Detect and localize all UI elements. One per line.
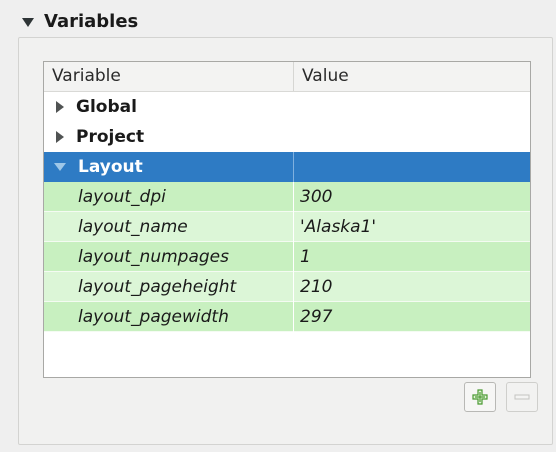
variable-name: layout_pagewidth	[44, 301, 294, 332]
variables-group-box: Variable Value Global Project Layout lay…	[18, 37, 553, 445]
variable-row[interactable]: layout_pageheight 210	[44, 271, 530, 302]
variables-tree[interactable]: Variable Value Global Project Layout lay…	[43, 61, 531, 378]
plus-icon	[471, 388, 489, 406]
variables-section-header[interactable]: Variables	[22, 9, 138, 33]
minus-icon	[513, 388, 531, 406]
section-title: Variables	[44, 10, 139, 32]
variable-value: 1	[300, 246, 311, 267]
group-label-layout: Layout	[78, 157, 143, 177]
tree-group-layout[interactable]: Layout	[44, 152, 530, 182]
remove-variable-button[interactable]	[506, 382, 538, 412]
column-header-value[interactable]: Value	[294, 62, 530, 91]
variables-panel: Variables Variable Value Global Project	[18, 0, 554, 452]
group-label-global: Global	[76, 97, 137, 117]
expand-arrow-icon[interactable]	[56, 131, 64, 143]
variable-row[interactable]: layout_pagewidth 297	[44, 301, 530, 332]
tree-header: Variable Value	[44, 62, 530, 92]
variable-name: layout_dpi	[44, 181, 294, 212]
variable-value: 300	[300, 186, 333, 207]
variable-value: 297	[300, 306, 333, 327]
variable-row[interactable]: layout_name 'Alaska1'	[44, 211, 530, 242]
group-value-layout	[294, 152, 530, 182]
variable-row[interactable]: layout_dpi 300	[44, 181, 530, 212]
collapse-arrow-icon[interactable]	[54, 163, 66, 171]
column-header-variable[interactable]: Variable	[44, 62, 294, 91]
variable-value: 210	[300, 276, 333, 297]
group-label-project: Project	[76, 127, 145, 147]
group-value-project	[294, 122, 530, 152]
collapse-arrow-icon[interactable]	[22, 17, 34, 27]
variable-name: layout_numpages	[44, 241, 294, 272]
add-variable-button[interactable]	[464, 382, 496, 412]
variable-name: layout_pageheight	[44, 271, 294, 302]
group-value-global	[294, 92, 530, 122]
expand-arrow-icon[interactable]	[56, 101, 64, 113]
variable-value: 'Alaska1'	[300, 216, 377, 237]
tree-group-global[interactable]: Global	[44, 92, 530, 122]
tree-action-buttons	[464, 382, 538, 412]
tree-group-project[interactable]: Project	[44, 122, 530, 152]
variable-name: layout_name	[44, 211, 294, 242]
variable-row[interactable]: layout_numpages 1	[44, 241, 530, 272]
